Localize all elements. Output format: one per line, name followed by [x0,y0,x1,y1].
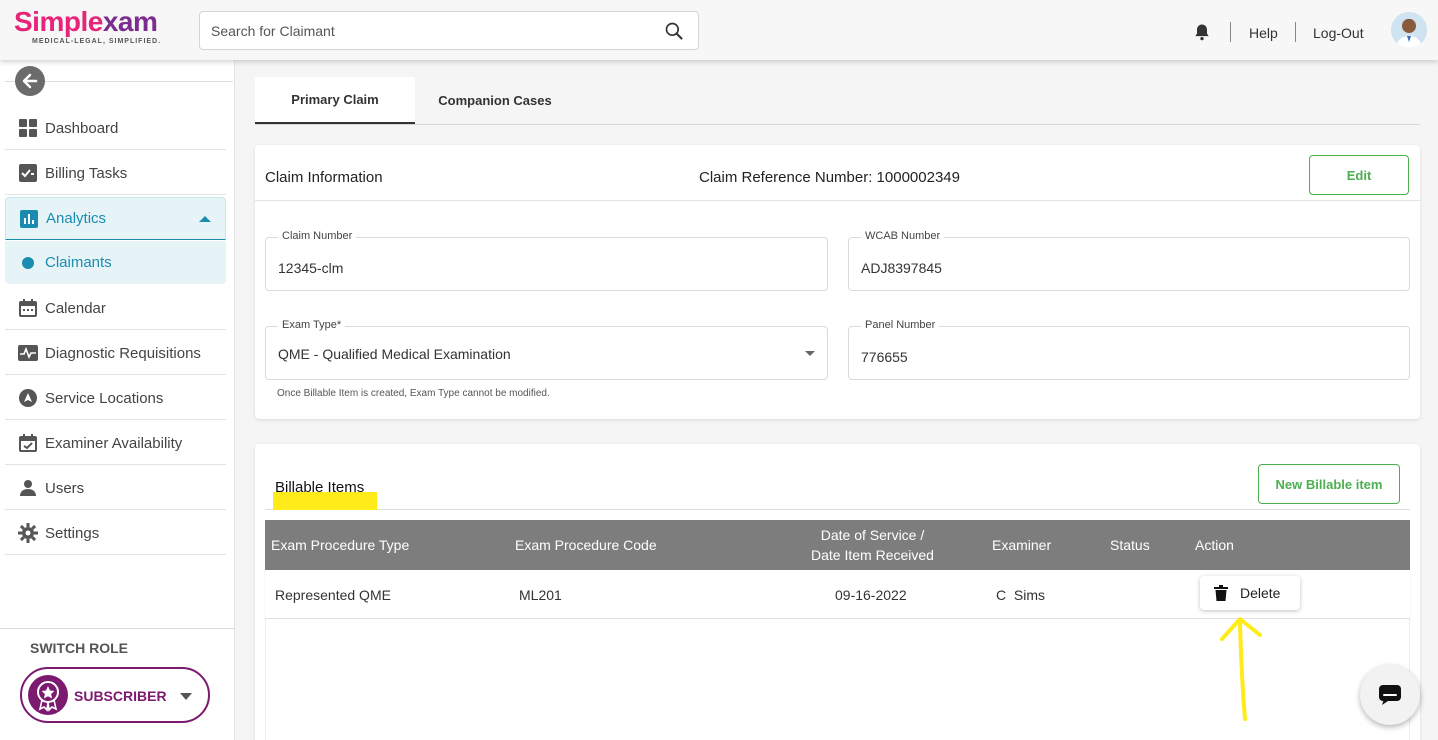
gear-icon [18,523,38,543]
column-header-type: Exam Procedure Type [271,537,410,553]
wcab-number-label: WCAB Number [861,230,945,242]
column-header-date-line1: Date of Service / [820,527,925,543]
wcab-number-field[interactable]: WCAB Number ADJ8397845 [848,230,1410,291]
claim-tabs: Primary Claim Companion Cases [255,77,1420,125]
search-box [199,11,699,50]
claim-number-field[interactable]: Claim Number 12345-clm [265,230,828,291]
column-header-action: Action [1195,537,1234,553]
exam-type-select[interactable]: Exam Type* QME - Qualified Medical Exami… [265,319,828,380]
panel-number-value: 776655 [861,349,908,365]
logo-tagline: MEDICAL-LEGAL, SIMPLIFIED. [32,38,162,45]
chat-icon [1379,685,1401,705]
wcab-number-value: ADJ8397845 [861,260,942,276]
panel-number-label: Panel Number [861,319,940,331]
sidebar-item-label: Diagnostic Requisitions [45,344,201,362]
search-icon[interactable] [664,21,684,41]
sidebar-item-diagnostic-requisitions[interactable]: Diagnostic Requisitions [5,332,226,375]
exam-type-value: QME - Qualified Medical Examination [278,346,511,362]
switch-role-title: SWITCH ROLE [30,640,128,656]
sidebar-item-analytics[interactable]: Analytics [5,197,226,240]
trash-icon [1214,585,1228,601]
logo-word-part-2: xam [102,6,158,37]
claim-information-title: Claim Information [265,169,383,186]
sidebar-item-service-locations[interactable]: Service Locations [5,377,226,420]
calendar-icon [18,298,38,318]
logo-word-part-1: Simple [14,6,103,37]
annotation-arrow-icon [1220,617,1262,721]
edit-button[interactable]: Edit [1309,155,1409,195]
sidebar-item-label: Users [45,479,85,497]
role-label: SUBSCRIBER [74,688,167,704]
user-icon [18,478,38,498]
dashboard-icon [18,118,38,138]
sidebar-item-users[interactable]: Users [5,467,226,510]
sidebar-item-claimants[interactable]: Claimants [5,241,226,284]
table-header: Exam Procedure Type Exam Procedure Code … [265,520,1410,570]
sidebar-item-dashboard[interactable]: Dashboard [5,107,226,150]
caret-up-icon [199,216,211,222]
search-input[interactable] [211,21,631,41]
cell-examiner: C Sims [996,586,1045,603]
logo-wordmark: Simplexam [14,8,186,36]
switch-role-section: SWITCH ROLE SUBSCRIBER [0,628,235,740]
sidebar-item-examiner-availability[interactable]: Examiner Availability [5,422,226,465]
panel-number-field[interactable]: Panel Number 776655 [848,319,1410,380]
billable-items-title: Billable Items [275,479,365,496]
header-divider [1295,22,1296,42]
back-button[interactable] [15,66,45,96]
chevron-down-icon [180,693,192,700]
sidebar-item-label: Billing Tasks [45,164,128,182]
cell-procedure-code: ML201 [519,586,562,603]
user-avatar[interactable] [1391,12,1427,48]
tab-primary-claim[interactable]: Primary Claim [255,77,415,124]
claim-card-header: Claim Information Claim Reference Number… [255,145,1420,201]
location-icon [18,388,38,408]
help-link[interactable]: Help [1249,25,1278,41]
claim-number-label: Claim Number [278,230,357,242]
simplexam-logo[interactable]: Simplexam MEDICAL-LEGAL, SIMPLIFIED. [14,8,186,48]
doctor-avatar-icon [1391,12,1427,48]
exam-type-helper-text: Once Billable Item is created, Exam Type… [277,388,550,399]
dot-icon [18,253,38,273]
sidebar-item-settings[interactable]: Settings [5,512,226,555]
sidebar-item-label: Examiner Availability [45,434,183,452]
column-header-date-line2: Date Item Received [811,547,934,563]
chat-launcher-button[interactable] [1360,665,1420,725]
delete-label: Delete [1240,585,1281,601]
exam-type-label: Exam Type* [278,319,346,331]
sidebar-item-label: Service Locations [45,389,164,407]
sidebar-item-calendar[interactable]: Calendar [5,287,226,330]
billing-tasks-icon [18,163,38,183]
sidebar-item-label: Analytics [46,210,107,227]
sidebar-item-billing-tasks[interactable]: Billing Tasks [5,152,226,195]
sidebar-item-label: Settings [45,524,100,542]
column-header-examiner: Examiner [992,537,1052,553]
notification-bell-icon[interactable] [1192,22,1212,42]
top-header: Simplexam MEDICAL-LEGAL, SIMPLIFIED. Hel… [0,0,1438,60]
chevron-down-icon [805,351,815,356]
sidebar-item-label: Dashboard [45,119,119,137]
arrow-left-icon [22,73,38,89]
sidebar-item-label: Calendar [45,299,106,317]
column-header-code: Exam Procedure Code [515,537,657,553]
column-header-status: Status [1110,537,1150,553]
new-billable-item-button[interactable]: New Billable item [1258,464,1400,504]
cell-date: 09-16-2022 [835,586,907,603]
pulse-icon [18,343,38,363]
calendar-check-icon [18,433,38,453]
billable-divider [265,509,1410,510]
claim-number-value: 12345-clm [278,260,344,276]
analytics-icon [19,209,39,229]
sidebar: Dashboard Billing Tasks Analytics Claima… [0,60,235,740]
cell-procedure-type: Represented QME [275,586,391,603]
column-header-date: Date of Service / Date Item Received [805,520,940,570]
subscriber-badge-icon [28,675,68,715]
logout-link[interactable]: Log-Out [1313,25,1364,41]
claim-reference-number: Claim Reference Number: 1000002349 [699,169,960,186]
header-divider [1230,22,1231,42]
role-switcher[interactable]: SUBSCRIBER [20,667,210,723]
sidebar-item-label: Claimants [45,254,112,271]
claim-information-card: Claim Information Claim Reference Number… [255,145,1420,419]
tab-companion-cases[interactable]: Companion Cases [415,77,575,124]
